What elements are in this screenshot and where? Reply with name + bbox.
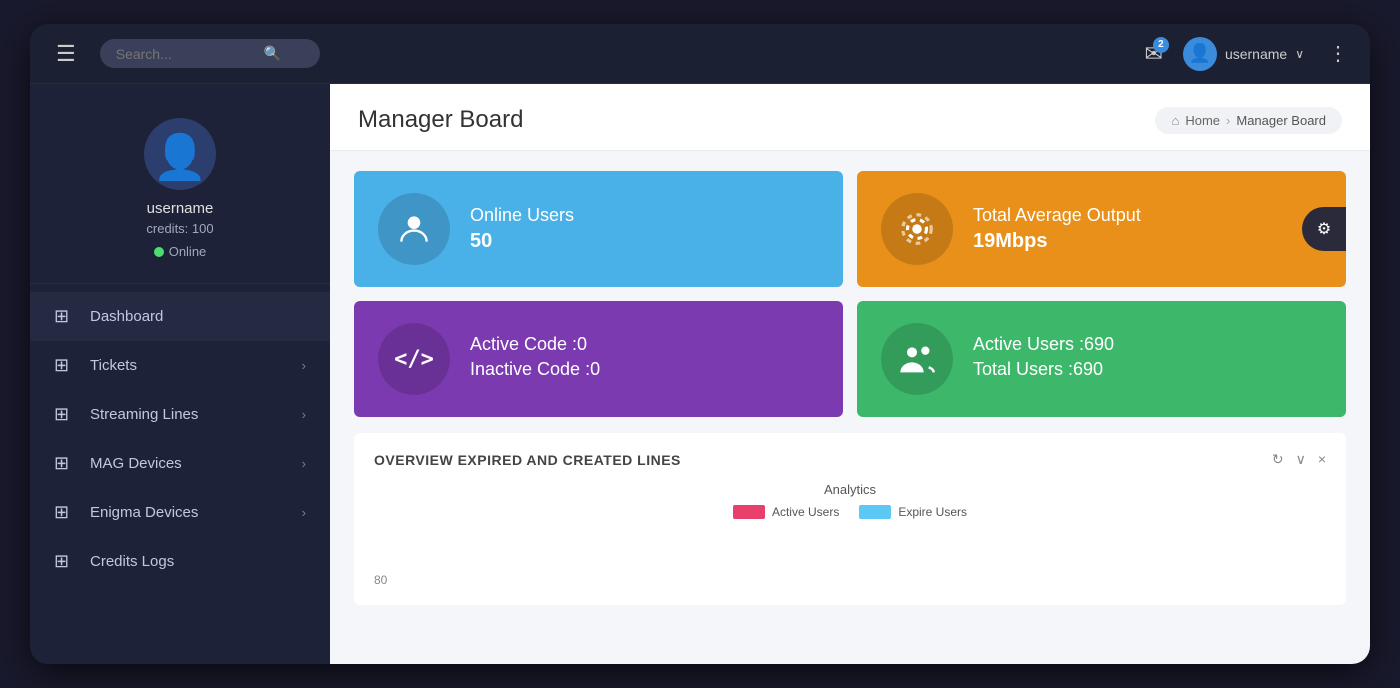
stat-icon-avg-output <box>881 193 953 265</box>
stat-icon-online-users <box>378 193 450 265</box>
sidebar-item-streaming-lines[interactable]: ⊞ Streaming Lines › <box>30 390 330 439</box>
stat-card-online-users: Online Users 50 <box>354 171 843 287</box>
stat-icon-code: </> <box>378 323 450 395</box>
stat-text-users: Active Users :690 Total Users :690 <box>973 334 1114 384</box>
stat-text-codes: Active Code :0 Inactive Code :0 <box>470 334 600 384</box>
profile-avatar: 👤 <box>144 118 216 190</box>
stat-label: Online Users <box>470 205 574 226</box>
sidebar-item-credits-logs[interactable]: ⊞ Credits Logs <box>30 537 330 586</box>
stats-grid: Online Users 50 Total Average Out <box>330 151 1370 433</box>
online-dot <box>154 247 164 257</box>
stat-label-active-code: Active Code :0 <box>470 334 600 355</box>
collapse-button[interactable]: ∨ <box>1296 451 1306 468</box>
credits-logs-icon: ⊞ <box>54 551 76 572</box>
sidebar-item-mag-devices[interactable]: ⊞ MAG Devices › <box>30 439 330 488</box>
overview-section: OVERVIEW EXPIRED AND CREATED LINES ↻ ∨ ×… <box>354 433 1346 605</box>
overview-actions: ↻ ∨ × <box>1272 451 1326 468</box>
sidebar: 👤 username credits: 100 Online ⊞ Dashboa… <box>30 84 330 664</box>
avatar: 👤 <box>1183 37 1217 71</box>
mag-devices-icon: ⊞ <box>54 453 76 474</box>
chevron-right-icon: › <box>302 358 306 373</box>
sidebar-item-dashboard[interactable]: ⊞ Dashboard <box>30 292 330 341</box>
legend-item-active: Active Users <box>733 505 839 519</box>
search-bar[interactable]: 🔍 <box>100 39 320 68</box>
main-layout: 👤 username credits: 100 Online ⊞ Dashboa… <box>30 84 1370 664</box>
online-status: Online <box>154 244 207 259</box>
legend-color-active <box>733 505 765 519</box>
sidebar-item-label: Credits Logs <box>90 553 174 570</box>
topbar: ☰ 🔍 ✉ 2 👤 username ∨ ⋮ <box>30 24 1370 84</box>
breadcrumb-home-label: Home <box>1185 113 1220 128</box>
chart-area: 80 <box>374 527 1326 587</box>
stat-text-avg-output: Total Average Output 19Mbps <box>973 205 1141 253</box>
breadcrumb: ⌂ Home › Manager Board <box>1155 107 1342 134</box>
legend-label-expire: Expire Users <box>898 505 967 519</box>
profile-username: username <box>147 200 214 217</box>
notification-button[interactable]: ✉ 2 <box>1145 41 1163 67</box>
chevron-down-icon: ∨ <box>1295 47 1304 61</box>
stat-card-users: Active Users :690 Total Users :690 <box>857 301 1346 417</box>
avatar-icon: 👤 <box>1189 43 1211 64</box>
breadcrumb-separator: › <box>1226 113 1230 128</box>
tickets-icon: ⊞ <box>54 355 76 376</box>
legend-label-active: Active Users <box>772 505 839 519</box>
sidebar-nav: ⊞ Dashboard ⊞ Tickets › ⊞ Streaming Line… <box>30 284 330 664</box>
stat-label-active-users: Active Users :690 <box>973 334 1114 355</box>
stat-label-inactive-code: Inactive Code :0 <box>470 359 600 380</box>
search-input[interactable] <box>116 46 256 62</box>
chart-axis-label: 80 <box>374 573 387 587</box>
sidebar-item-label: Streaming Lines <box>90 406 198 423</box>
close-button[interactable]: × <box>1318 451 1326 468</box>
sidebar-item-label: Tickets <box>90 357 137 374</box>
more-options-button[interactable]: ⋮ <box>1324 37 1352 70</box>
legend-item-expire: Expire Users <box>859 505 967 519</box>
notification-badge: 2 <box>1153 37 1169 53</box>
dashboard-icon: ⊞ <box>54 306 76 327</box>
topbar-right: ✉ 2 👤 username ∨ ⋮ <box>1145 37 1353 71</box>
username-label: username <box>1225 46 1287 62</box>
sidebar-profile: 👤 username credits: 100 Online <box>30 94 330 284</box>
profile-credits: credits: 100 <box>146 221 213 236</box>
stat-card-avg-output: Total Average Output 19Mbps ⚙ <box>857 171 1346 287</box>
stat-label: Total Average Output <box>973 205 1141 226</box>
sidebar-item-label: Dashboard <box>90 308 163 325</box>
stat-icon-users <box>881 323 953 395</box>
content-header: Manager Board ⌂ Home › Manager Board <box>330 84 1370 151</box>
hamburger-icon[interactable]: ☰ <box>48 37 84 71</box>
chart-title: Analytics <box>374 482 1326 497</box>
content-area: Manager Board ⌂ Home › Manager Board <box>330 84 1370 664</box>
refresh-button[interactable]: ↻ <box>1272 451 1284 468</box>
stat-value: 19Mbps <box>973 230 1141 253</box>
streaming-lines-icon: ⊞ <box>54 404 76 425</box>
overview-title: OVERVIEW EXPIRED AND CREATED LINES <box>374 452 681 468</box>
gear-button[interactable]: ⚙ <box>1302 207 1346 251</box>
stat-card-codes: </> Active Code :0 Inactive Code :0 <box>354 301 843 417</box>
enigma-devices-icon: ⊞ <box>54 502 76 523</box>
sidebar-item-label: MAG Devices <box>90 455 182 472</box>
profile-avatar-icon: 👤 <box>153 136 208 180</box>
page-title: Manager Board <box>358 106 523 134</box>
user-menu[interactable]: 👤 username ∨ <box>1183 37 1304 71</box>
chart-legend: Active Users Expire Users <box>374 505 1326 519</box>
breadcrumb-current: Manager Board <box>1236 113 1326 128</box>
stat-value: 50 <box>470 230 574 253</box>
chevron-right-icon: › <box>302 505 306 520</box>
chevron-right-icon: › <box>302 407 306 422</box>
chevron-right-icon: › <box>302 456 306 471</box>
sidebar-item-enigma-devices[interactable]: ⊞ Enigma Devices › <box>30 488 330 537</box>
stat-label-total-users: Total Users :690 <box>973 359 1114 380</box>
search-icon: 🔍 <box>264 45 281 62</box>
sidebar-item-tickets[interactable]: ⊞ Tickets › <box>30 341 330 390</box>
sidebar-item-label: Enigma Devices <box>90 504 198 521</box>
online-label: Online <box>169 244 207 259</box>
legend-color-expire <box>859 505 891 519</box>
breadcrumb-home-icon: ⌂ <box>1171 113 1179 128</box>
overview-header: OVERVIEW EXPIRED AND CREATED LINES ↻ ∨ × <box>374 451 1326 468</box>
stat-text-online-users: Online Users 50 <box>470 205 574 253</box>
